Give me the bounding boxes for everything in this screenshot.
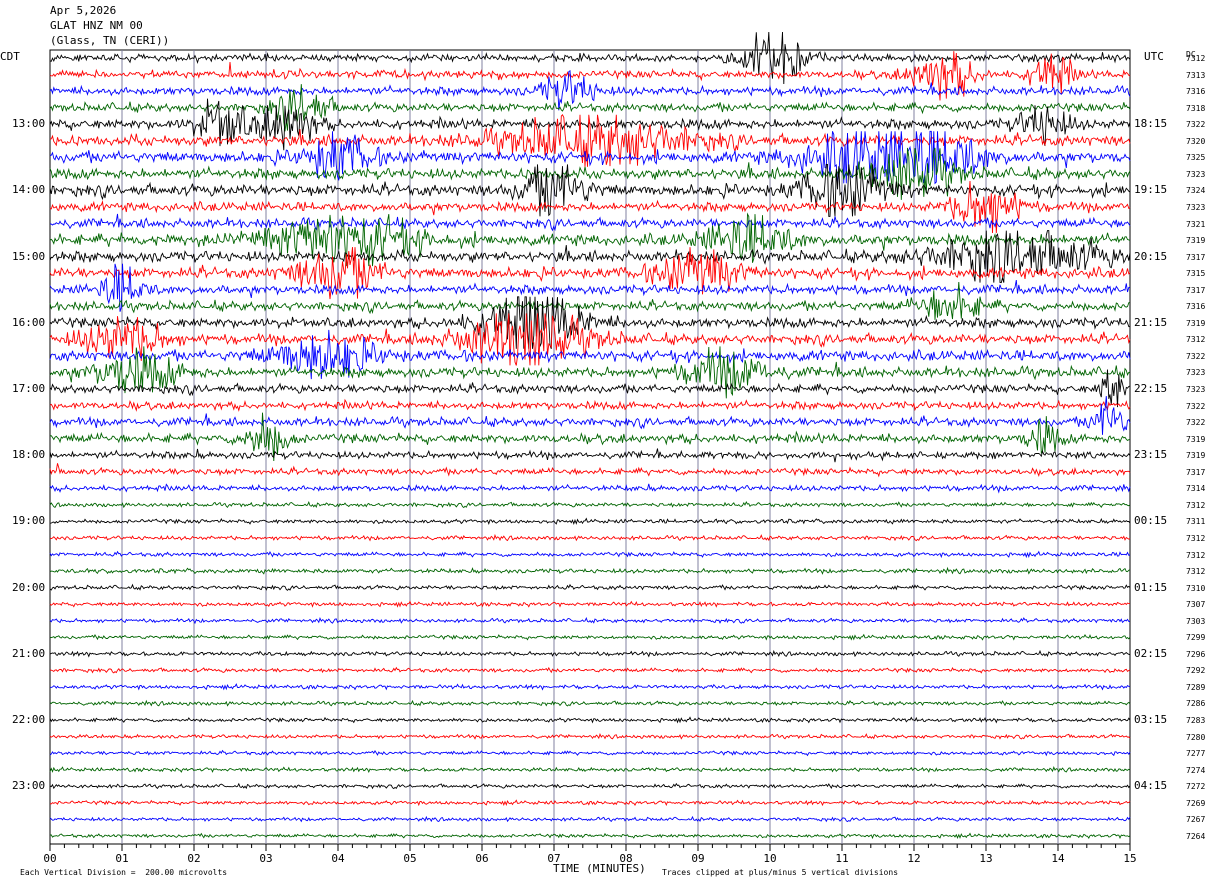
x-tick-label: 01 [115, 852, 128, 865]
seismogram-plot: 00 01 02 03 04 05 06 07 08 09 10 11 12 13 14 15 [43, 31, 1137, 865]
trace-row [49, 463, 1131, 478]
x-tick-label: 10 [763, 852, 776, 865]
x-tick-label: 05 [403, 852, 416, 865]
plot-frame [49, 49, 1131, 845]
trace-row [49, 398, 1131, 412]
trace-row [49, 815, 1131, 823]
trace-row [49, 550, 1131, 559]
trace-row [49, 213, 1131, 232]
trace-row [49, 732, 1131, 740]
x-tick-label: 15 [1123, 852, 1136, 865]
trace-row [49, 600, 1130, 608]
trace-row [49, 683, 1131, 691]
x-tick-label: 13 [979, 852, 992, 865]
trace-row [49, 448, 1131, 463]
trace-row [49, 212, 1131, 267]
trace-row [49, 766, 1131, 774]
x-tick-label: 04 [331, 852, 345, 865]
trace-row [49, 147, 1131, 200]
trace-row [49, 716, 1131, 724]
trace-row [49, 396, 1131, 435]
trace-row [49, 799, 1131, 807]
trace-row [49, 69, 1131, 111]
trace-row [49, 649, 1131, 658]
trace-row [49, 666, 1131, 674]
trace-row [49, 566, 1131, 575]
trace-row [49, 483, 1131, 494]
trace-row [49, 313, 1131, 366]
trace-row [49, 699, 1131, 707]
trace-row [49, 583, 1131, 591]
x-tick-label: 14 [1051, 852, 1065, 865]
clip-note: Traces clipped at plus/minus 5 vertical … [662, 868, 899, 877]
trace-row [49, 501, 1131, 509]
trace-row [49, 749, 1131, 757]
trace-row [50, 533, 1131, 542]
x-tick-label: 02 [187, 852, 200, 865]
trace-row [49, 782, 1131, 790]
x-tick-label: 11 [835, 852, 848, 865]
trace-row [49, 633, 1131, 641]
scale-note: Each Vertical Division = 200.00 microvol… [20, 868, 228, 877]
x-tick-label: 09 [691, 852, 704, 865]
trace-row [49, 517, 1131, 526]
x-tick-label: 12 [907, 852, 920, 865]
x-tick-label: 03 [259, 852, 272, 865]
x-axis-label: TIME (MINUTES) [553, 862, 646, 875]
x-tick-label: 06 [475, 852, 488, 865]
trace-row [49, 114, 1131, 167]
x-tick-label: 00 [43, 852, 56, 865]
trace-row [49, 617, 1131, 625]
trace-row [49, 832, 1131, 840]
trace-row [49, 31, 1131, 85]
